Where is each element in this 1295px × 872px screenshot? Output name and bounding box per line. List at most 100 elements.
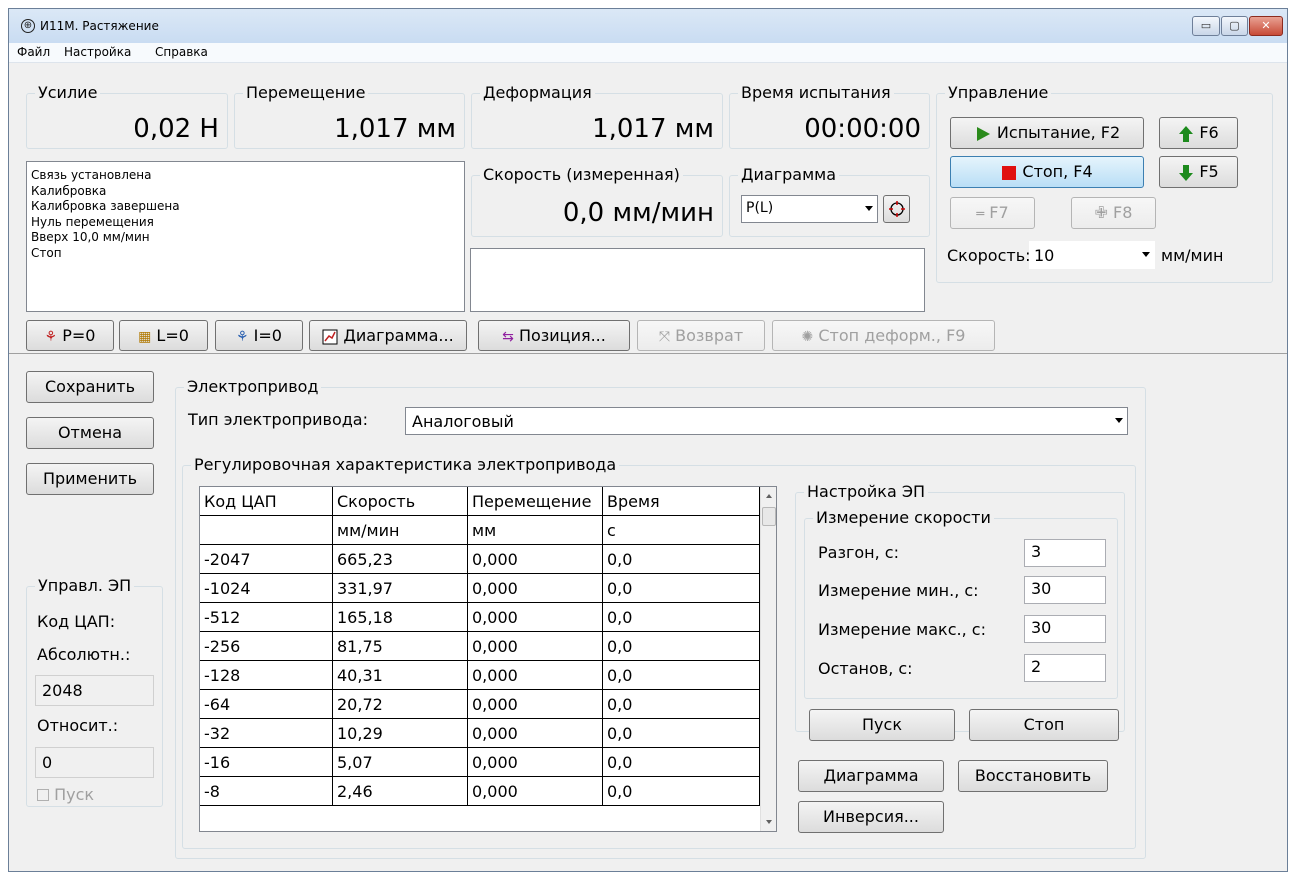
table-cell[interactable]: 40,31	[332, 660, 468, 690]
f7-button[interactable]: ═ F7	[950, 197, 1035, 229]
table-cell[interactable]: 0,0	[602, 660, 760, 690]
table-cell[interactable]: 0,0	[602, 689, 760, 719]
event-log[interactable]: Связь установлена Калибровка Калибровка …	[26, 161, 465, 312]
accel-input[interactable]: 3	[1024, 539, 1106, 567]
table-cell[interactable]: 0,0	[602, 602, 760, 632]
restore-button[interactable]: Восстановить	[958, 760, 1108, 792]
diagram-label: Диаграмма	[738, 165, 840, 184]
cancel-button[interactable]: Отмена	[26, 417, 154, 449]
measure-max-input[interactable]: 30	[1024, 615, 1106, 643]
table-cell[interactable]: -8	[200, 776, 333, 806]
table-row[interactable]: -64 20,72 0,000 0,0	[200, 689, 760, 719]
table-cell[interactable]: 0,0	[602, 544, 760, 574]
table-row[interactable]: -256 81,75 0,000 0,0	[200, 631, 760, 661]
start-test-button[interactable]: Испытание, F2	[950, 117, 1144, 149]
column-header[interactable]: Скорость	[332, 487, 468, 516]
table-row[interactable]: -512 165,18 0,000 0,0	[200, 602, 760, 632]
column-header[interactable]: Время	[602, 487, 760, 516]
table-cell[interactable]: 0,000	[467, 776, 603, 806]
table-row[interactable]: -2047 665,23 0,000 0,0	[200, 544, 760, 574]
start-checkbox[interactable]: Пуск	[37, 785, 94, 804]
table-cell[interactable]: 2,46	[332, 776, 468, 806]
table-cell[interactable]: 331,97	[332, 573, 468, 603]
measure-min-input[interactable]: 30	[1024, 576, 1106, 604]
table-cell[interactable]: 10,29	[332, 718, 468, 748]
drive-type-select[interactable]: Аналоговый	[405, 407, 1128, 435]
table-cell[interactable]: 0,000	[467, 660, 603, 690]
table-cell[interactable]: -2047	[200, 544, 333, 574]
table-cell[interactable]: 0,000	[467, 631, 603, 661]
log-line: Калибровка завершена	[31, 199, 180, 213]
table-cell[interactable]: -512	[200, 602, 333, 632]
menu-file[interactable]: Файл	[17, 45, 50, 59]
table-row[interactable]: -1024 331,97 0,000 0,0	[200, 573, 760, 603]
table-cell[interactable]: -1024	[200, 573, 333, 603]
table-cell[interactable]: 0,0	[602, 776, 760, 806]
drive-diagram-button[interactable]: Диаграмма	[798, 760, 944, 792]
diagram-select[interactable]: P(L)	[741, 195, 878, 223]
table-cell[interactable]: 0,000	[467, 718, 603, 748]
drive-start-button[interactable]: Пуск	[809, 709, 955, 741]
speed-setting-select[interactable]: 10	[1029, 241, 1155, 269]
apply-button[interactable]: Применить	[26, 463, 154, 495]
column-header[interactable]: Перемещение	[467, 487, 603, 516]
window-title: И11М. Растяжение	[40, 19, 159, 33]
table-cell[interactable]: -128	[200, 660, 333, 690]
table-cell[interactable]: 0,000	[467, 573, 603, 603]
table-cell[interactable]: 81,75	[332, 631, 468, 661]
minimize-button[interactable]: ▭	[1192, 16, 1220, 36]
up-f6-button[interactable]: F6	[1159, 117, 1238, 149]
minus-icon: ═	[976, 207, 985, 222]
table-row[interactable]: -16 5,07 0,000 0,0	[200, 747, 760, 777]
stop-deformation-button[interactable]: ✺ Стоп деформ., F9	[772, 320, 995, 351]
f8-button[interactable]: ✙ F8	[1071, 197, 1156, 229]
stop-time-input[interactable]: 2	[1024, 654, 1106, 682]
table-row[interactable]: -32 10,29 0,000 0,0	[200, 718, 760, 748]
table-cell[interactable]: 0,000	[467, 689, 603, 719]
diagram-target-button[interactable]	[883, 195, 910, 223]
table-cell[interactable]: 0,000	[467, 602, 603, 632]
reset-displacement-button[interactable]: ▦ L=0	[119, 320, 208, 351]
table-cell[interactable]: -32	[200, 718, 333, 748]
return-button[interactable]: ⤧ Возврат	[637, 320, 765, 351]
table-cell[interactable]: 5,07	[332, 747, 468, 777]
close-button[interactable]: ✕	[1249, 16, 1283, 36]
stop-button[interactable]: Стоп, F4	[950, 156, 1144, 188]
column-header[interactable]: Код ЦАП	[200, 487, 333, 516]
drive-stop-button[interactable]: Стоп	[969, 709, 1119, 741]
position-button[interactable]: ⇆ Позиция...	[478, 320, 630, 351]
table-cell[interactable]: -16	[200, 747, 333, 777]
menu-settings[interactable]: Настройка	[64, 45, 131, 59]
menu-help[interactable]: Справка	[155, 45, 208, 59]
table-row[interactable]: -128 40,31 0,000 0,0	[200, 660, 760, 690]
reset-deformation-button[interactable]: ⚘ I=0	[215, 320, 303, 351]
table-cell[interactable]: -64	[200, 689, 333, 719]
table-cell[interactable]: 165,18	[332, 602, 468, 632]
save-button[interactable]: Сохранить	[26, 371, 154, 403]
table-cell[interactable]: 665,23	[332, 544, 468, 574]
table-cell[interactable]: 0,000	[467, 544, 603, 574]
maximize-button[interactable]: ▢	[1221, 16, 1248, 36]
table-cell[interactable]: 20,72	[332, 689, 468, 719]
scroll-down-icon[interactable]	[766, 820, 772, 824]
scroll-up-icon[interactable]	[766, 494, 772, 498]
table-cell[interactable]: 0,0	[602, 747, 760, 777]
table-cell[interactable]: 0,000	[467, 747, 603, 777]
units-row: мм/мин мм с	[200, 515, 760, 545]
unit-cell: с	[602, 515, 760, 545]
table-cell[interactable]: 0,0	[602, 631, 760, 661]
crosshair-icon	[888, 201, 905, 217]
down-f5-button[interactable]: F5	[1159, 156, 1238, 188]
table-cell[interactable]: 0,0	[602, 573, 760, 603]
scroll-thumb[interactable]	[762, 507, 776, 526]
vertical-scrollbar[interactable]	[760, 487, 776, 831]
reset-force-button[interactable]: ⚘ P=0	[26, 320, 114, 351]
characteristic-table[interactable]: Код ЦАП Скорость Перемещение Время мм/ми…	[199, 486, 777, 832]
speed-measure-group: Измерение скорости Разгон, с: 3 Измерени…	[804, 508, 1118, 699]
table-cell[interactable]: 0,0	[602, 718, 760, 748]
table-row[interactable]: -8 2,46 0,000 0,0	[200, 776, 760, 806]
invert-button[interactable]: Инверсия...	[798, 801, 944, 833]
ruler-icon: ▦	[138, 329, 152, 345]
table-cell[interactable]: -256	[200, 631, 333, 661]
diagram-dialog-button[interactable]: Диаграмма...	[309, 320, 467, 351]
